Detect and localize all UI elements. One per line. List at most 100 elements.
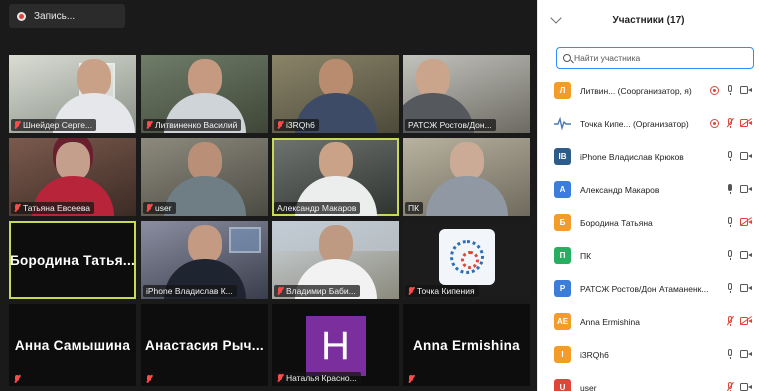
muted-mic-icon bbox=[277, 287, 283, 295]
muted-mic-icon bbox=[146, 375, 152, 383]
panel-header: Участники (17) bbox=[538, 0, 759, 40]
muted-mic-icon bbox=[14, 375, 20, 383]
mic-muted-icon[interactable] bbox=[726, 316, 735, 327]
avatar: P bbox=[554, 280, 571, 297]
video-tile[interactable]: Литвиненко Василий bbox=[141, 55, 268, 133]
participant-name: Александр Макаров bbox=[580, 184, 660, 195]
tile-name: Наталья Красно... bbox=[286, 373, 357, 383]
participant-row[interactable]: Ii3RQh6 bbox=[538, 338, 759, 371]
video-tile-active-speaker[interactable]: Александр Макаров bbox=[272, 138, 399, 216]
muted-mic-icon bbox=[146, 121, 152, 129]
tile-name: Владимир Баби... bbox=[286, 286, 356, 296]
mic-muted-icon[interactable] bbox=[726, 382, 735, 391]
video-tile[interactable]: ПК bbox=[403, 138, 530, 216]
avatar-tile[interactable]: H Наталья Красно... bbox=[272, 304, 399, 386]
participant-row[interactable]: A Александр Макаров bbox=[538, 173, 759, 206]
muted-mic-icon bbox=[408, 287, 414, 295]
mic-icon[interactable] bbox=[726, 349, 735, 360]
camera-icon[interactable] bbox=[740, 383, 752, 391]
search-input[interactable] bbox=[574, 53, 744, 63]
participant-list: Л Литвин... (Соорганизатор, я) Точка Кипе.… bbox=[538, 74, 759, 391]
mic-icon[interactable] bbox=[726, 217, 735, 228]
participant-name: iPhone Владислав Крюков bbox=[580, 151, 684, 162]
video-tile[interactable]: Шнейдер Серге... bbox=[9, 55, 136, 133]
camera-icon[interactable] bbox=[740, 185, 752, 193]
participant-row[interactable]: Б Бородина Татьяна bbox=[538, 206, 759, 239]
participants-panel: Участники (17) Л Литвин... (Соорганизатор… bbox=[537, 0, 759, 391]
participant-row[interactable]: Точка Кипе... (Организатор) bbox=[538, 107, 759, 140]
tile-name: Литвиненко Василий bbox=[155, 120, 238, 130]
avatar: П bbox=[554, 247, 571, 264]
name-tile[interactable]: Анна Самышина bbox=[9, 304, 136, 386]
tile-name: Анна Самышина bbox=[14, 337, 131, 353]
recording-label: Запись... bbox=[34, 10, 76, 22]
muted-mic-icon bbox=[14, 121, 20, 129]
organization-logo bbox=[438, 229, 495, 285]
record-icon bbox=[17, 11, 26, 21]
participant-name: user bbox=[580, 382, 597, 391]
camera-icon[interactable] bbox=[740, 284, 752, 292]
tile-name: ПК bbox=[408, 203, 420, 213]
tile-name: iPhone Владислав К... bbox=[146, 286, 233, 296]
muted-mic-icon bbox=[146, 204, 152, 212]
tile-name: Точка Кипения bbox=[417, 286, 475, 296]
name-tile[interactable]: Бородина Татья... bbox=[9, 221, 136, 299]
recording-indicator[interactable]: Запись... bbox=[9, 4, 125, 28]
mic-icon[interactable] bbox=[726, 283, 735, 294]
participant-row[interactable]: P РАТСЖ Ростов/Дон Атаманенк... bbox=[538, 272, 759, 305]
participant-name: ПК bbox=[580, 250, 592, 261]
video-tile[interactable]: i3RQh6 bbox=[272, 55, 399, 133]
avatar bbox=[554, 115, 571, 132]
mic-icon[interactable] bbox=[726, 184, 735, 195]
camera-off-icon[interactable] bbox=[740, 119, 752, 127]
avatar: U bbox=[554, 379, 571, 391]
avatar: A bbox=[554, 181, 571, 198]
camera-icon[interactable] bbox=[740, 86, 752, 94]
video-tile[interactable]: РАТСЖ Ростов/Дон... bbox=[403, 55, 530, 133]
tile-name: Александр Макаров bbox=[277, 203, 357, 213]
mic-muted-icon[interactable] bbox=[726, 118, 735, 129]
video-tile[interactable]: Точка Кипения bbox=[403, 221, 530, 299]
search-icon bbox=[563, 54, 571, 62]
camera-icon[interactable] bbox=[740, 152, 752, 160]
mic-icon[interactable] bbox=[726, 85, 735, 96]
tile-name: Шнейдер Серге... bbox=[23, 120, 93, 130]
host-icon bbox=[710, 86, 719, 95]
video-tile[interactable]: Владимир Баби... bbox=[272, 221, 399, 299]
tile-name: i3RQh6 bbox=[286, 120, 315, 130]
camera-off-icon[interactable] bbox=[740, 317, 752, 325]
tile-name: Бородина Татья... bbox=[9, 252, 136, 268]
host-icon bbox=[710, 119, 719, 128]
name-tile[interactable]: Anna Ermishina bbox=[403, 304, 530, 386]
participant-row[interactable]: Uuser bbox=[538, 371, 759, 391]
video-tile[interactable]: user bbox=[141, 138, 268, 216]
tile-name: Анастасия Рыч... bbox=[145, 337, 264, 353]
participant-row[interactable]: П ПК bbox=[538, 239, 759, 272]
mic-icon[interactable] bbox=[726, 250, 735, 261]
tile-name: РАТСЖ Ростов/Дон... bbox=[408, 120, 492, 130]
avatar: Б bbox=[554, 214, 571, 231]
muted-mic-icon bbox=[14, 204, 20, 212]
name-tile[interactable]: Анастасия Рыч... bbox=[141, 304, 268, 386]
avatar: I bbox=[554, 346, 571, 363]
camera-off-icon[interactable] bbox=[740, 218, 752, 226]
muted-mic-icon bbox=[408, 375, 414, 383]
participant-name: Литвин... (Соорганизатор, я) bbox=[580, 85, 692, 96]
participant-row[interactable]: AE Anna Ermishina bbox=[538, 305, 759, 338]
participant-name: Бородина Татьяна bbox=[580, 217, 653, 228]
video-tile[interactable]: Татьяна Евсеева bbox=[9, 138, 136, 216]
participant-search[interactable] bbox=[556, 47, 754, 69]
zoom-meeting-window: Запись... Шнейдер Серге... Литвиненко Ва… bbox=[0, 0, 759, 391]
mic-icon[interactable] bbox=[726, 151, 735, 162]
muted-mic-icon bbox=[277, 121, 283, 129]
camera-icon[interactable] bbox=[740, 251, 752, 259]
tile-name: Татьяна Евсеева bbox=[23, 203, 90, 213]
video-tile[interactable]: iPhone Владислав К... bbox=[141, 221, 268, 299]
participant-row[interactable]: IB iPhone Владислав Крюков bbox=[538, 140, 759, 173]
video-gallery: Запись... Шнейдер Серге... Литвиненко Ва… bbox=[0, 0, 537, 391]
avatar: H bbox=[305, 316, 366, 376]
participant-name: РАТСЖ Ростов/Дон Атаманенк... bbox=[580, 283, 709, 294]
avatar: AE bbox=[554, 313, 571, 330]
participant-row[interactable]: Л Литвин... (Соорганизатор, я) bbox=[538, 74, 759, 107]
camera-icon[interactable] bbox=[740, 350, 752, 358]
